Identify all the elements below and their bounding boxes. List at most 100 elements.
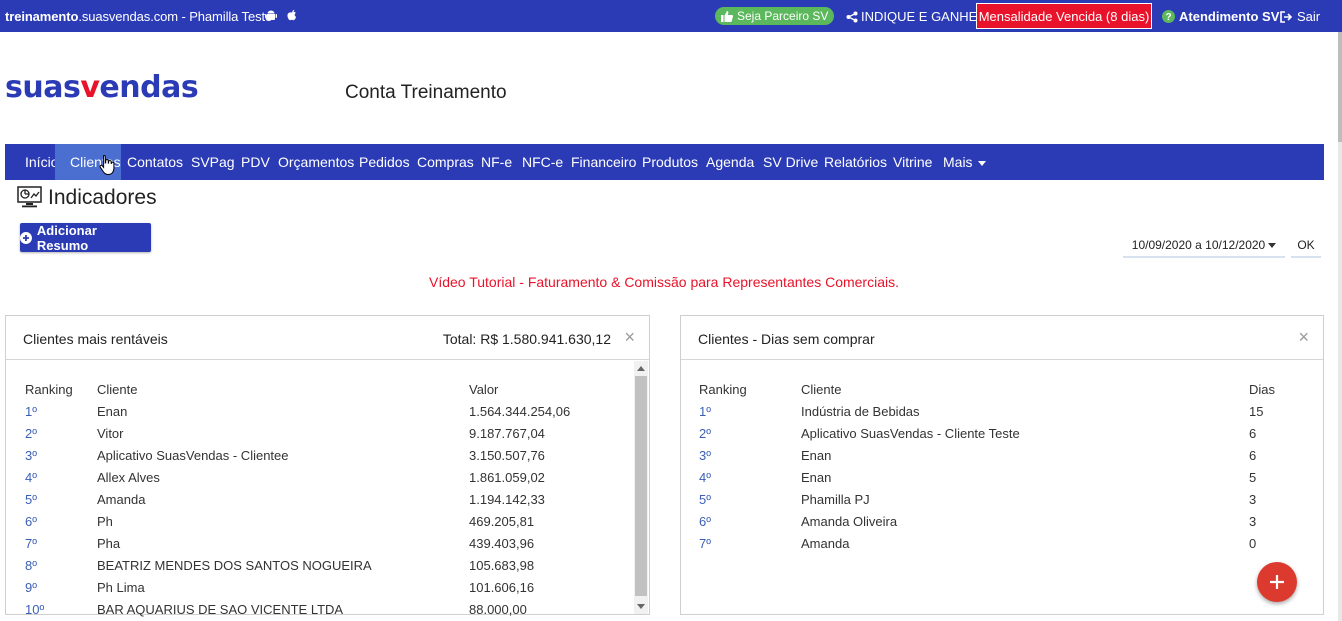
nav-item-mais[interactable]: Mais xyxy=(943,144,986,180)
table-row[interactable]: 10º BAR AQUARIUS DE SAO VICENTE LTDA 88.00… xyxy=(6,599,649,621)
suasvendas-logo[interactable]: suasvendas xyxy=(5,70,199,105)
cell-cliente: Enan xyxy=(801,448,832,463)
partner-button[interactable]: Seja Parceiro SV xyxy=(715,7,835,25)
add-summary-button[interactable]: Adicionar Resumo xyxy=(20,222,151,253)
cell-ranking: 8º xyxy=(25,558,37,573)
nav-item-nfe[interactable]: NF-e xyxy=(481,144,512,180)
add-fab-button[interactable] xyxy=(1257,562,1297,602)
table-row[interactable]: 7º Pha 439.403,96 xyxy=(6,533,649,555)
add-summary-label: Adicionar Resumo xyxy=(36,222,97,253)
cell-cliente: Indústria de Bebidas xyxy=(801,404,920,419)
nav-item-orcamentos[interactable]: Orçamentos xyxy=(278,144,354,180)
table-row[interactable]: 6º Amanda Oliveira 3 xyxy=(681,511,1323,533)
nav-item-svpag[interactable]: SVPag xyxy=(191,144,235,180)
nav-item-pedidos[interactable]: Pedidos xyxy=(359,144,410,180)
sign-out-icon xyxy=(1280,10,1293,23)
cell-valor: 1.861.059,02 xyxy=(469,470,545,485)
nav-item-inicio[interactable]: Início xyxy=(15,144,58,180)
cell-cliente: Pha xyxy=(97,536,121,551)
cell-ranking: 1º xyxy=(25,404,37,419)
atendimento-button[interactable]: ? Atendimento SV xyxy=(1162,9,1279,24)
cell-ranking: 7º xyxy=(699,536,711,551)
cell-valor: 105.683,98 xyxy=(469,558,535,573)
tutorial-link[interactable]: Vídeo Tutorial - Faturamento & Comissão … xyxy=(0,274,1328,290)
table-row[interactable]: 3º Aplicativo SuasVendas - Clientee 3.150.… xyxy=(6,445,649,467)
table-row[interactable]: 8º BEATRIZ MENDES DOS SANTOS NOGUEIRA 105.… xyxy=(6,555,649,577)
table-row[interactable]: 3º Enan 6 xyxy=(681,445,1323,467)
caret-down-icon xyxy=(1268,243,1277,249)
panel-header: Clientes mais rentáveis Total: R$ 1.580.… xyxy=(6,316,649,360)
nav-item-mais-label: Mais xyxy=(943,154,973,170)
cell-ranking: 5º xyxy=(25,492,37,507)
date-range-select[interactable]: 10/09/2020 a 10/12/2020 xyxy=(1123,234,1285,258)
column-header-valor: Valor xyxy=(469,382,499,397)
table-row[interactable]: 4º Enan 5 xyxy=(681,467,1323,489)
nav-item-compras[interactable]: Compras xyxy=(417,144,474,180)
apple-icon[interactable] xyxy=(286,9,298,22)
close-icon[interactable]: × xyxy=(624,327,635,348)
panel-header: Clientes - Dias sem comprar × xyxy=(681,316,1323,360)
table-row[interactable]: 6º Ph 469.205,81 xyxy=(6,511,649,533)
logout-button[interactable]: Sair xyxy=(1280,9,1320,24)
nav-item-vitrine[interactable]: Vitrine xyxy=(893,144,932,180)
scroll-up-arrow-icon[interactable] xyxy=(637,366,645,371)
table-header-row: Ranking Cliente Valor xyxy=(6,379,649,401)
table-row[interactable]: 4º Allex Alves 1.861.059,02 xyxy=(6,467,649,489)
cell-ranking: 6º xyxy=(699,514,711,529)
days-without-purchase-panel: Clientes - Dias sem comprar × Ranking Cl… xyxy=(680,315,1324,615)
cell-cliente: Ph Lima xyxy=(97,580,145,595)
cell-ranking: 4º xyxy=(25,470,37,485)
nav-item-agenda[interactable]: Agenda xyxy=(706,144,754,180)
help-circle-icon: ? xyxy=(1162,10,1175,23)
table-row[interactable]: 7º Amanda 0 xyxy=(681,533,1323,555)
nav-item-contatos[interactable]: Contatos xyxy=(127,144,183,180)
cell-ranking: 1º xyxy=(699,404,711,419)
scroll-down-arrow-icon[interactable] xyxy=(637,604,645,609)
column-header-ranking: Ranking xyxy=(25,382,73,397)
indique-button[interactable]: INDIQUE E GANHE xyxy=(846,9,977,24)
scrollbar-thumb[interactable] xyxy=(635,376,647,596)
cell-dias: 0 xyxy=(1249,536,1257,551)
cell-ranking: 2º xyxy=(25,426,37,441)
dashboard-monitor-icon xyxy=(17,186,42,208)
table-row[interactable]: 5º Amanda 1.194.142,33 xyxy=(6,489,649,511)
close-icon[interactable]: × xyxy=(1298,327,1309,348)
mensalidade-label: Mensalidade Vencida (8 dias) xyxy=(978,8,1150,24)
cell-ranking: 3º xyxy=(25,448,37,463)
table-row[interactable]: 1º Enan 1.564.344.254,06 xyxy=(6,401,649,423)
cell-ranking: 4º xyxy=(699,470,711,485)
table-row[interactable]: 2º Aplicativo SuasVendas - Cliente Teste 6 xyxy=(681,423,1323,445)
nav-item-nfce[interactable]: NFC-e xyxy=(522,144,563,180)
android-icon[interactable] xyxy=(265,9,277,22)
table-row[interactable]: 1º Indústria de Bebidas 15 xyxy=(681,401,1323,423)
panel-scrollbar[interactable] xyxy=(634,361,648,614)
page-scrollbar[interactable] xyxy=(1338,32,1342,621)
nav-item-financeiro[interactable]: Financeiro xyxy=(571,144,636,180)
cell-cliente: Enan xyxy=(97,404,128,419)
cell-cliente: BEATRIZ MENDES DOS SANTOS NOGUEIRA xyxy=(97,558,372,573)
mensalidade-alert-button[interactable]: Mensalidade Vencida (8 dias) xyxy=(976,3,1152,29)
nav-item-produtos[interactable]: Produtos xyxy=(642,144,698,180)
cell-valor: 1.564.344.254,06 xyxy=(469,404,571,419)
cell-cliente: Aplicativo SuasVendas - Clientee xyxy=(97,448,289,463)
table-row[interactable]: 5º Phamilla PJ 3 xyxy=(681,489,1323,511)
page-title: Indicadores xyxy=(48,186,157,209)
tutorial-link-label: Vídeo Tutorial - Faturamento & Comissão … xyxy=(429,274,899,290)
page-scrollbar-thumb[interactable] xyxy=(1338,32,1342,142)
cell-valor: 439.403,96 xyxy=(469,536,535,551)
cell-ranking: 2º xyxy=(699,426,711,441)
cell-ranking: 10º xyxy=(25,602,45,617)
table-row[interactable]: 2º Vitor 9.187.767,04 xyxy=(6,423,649,445)
cell-cliente: BAR AQUARIUS DE SAO VICENTE LTDA xyxy=(97,602,344,617)
cell-dias: 6 xyxy=(1249,426,1257,441)
nav-item-pdv[interactable]: PDV xyxy=(241,144,270,180)
nav-item-sv-drive[interactable]: SV Drive xyxy=(763,144,818,180)
nav-item-relatorios[interactable]: Relatórios xyxy=(824,144,887,180)
cell-cliente: Vitor xyxy=(97,426,124,441)
cell-valor: 101.606,16 xyxy=(469,580,535,595)
column-header-dias: Dias xyxy=(1249,382,1276,397)
column-header-cliente: Cliente xyxy=(801,382,842,397)
main-nav: Início Clientes Contatos SVPag PDV Orçam… xyxy=(5,144,1324,180)
table-row[interactable]: 9º Ph Lima 101.606,16 xyxy=(6,577,649,599)
ok-button[interactable]: OK xyxy=(1291,234,1321,258)
